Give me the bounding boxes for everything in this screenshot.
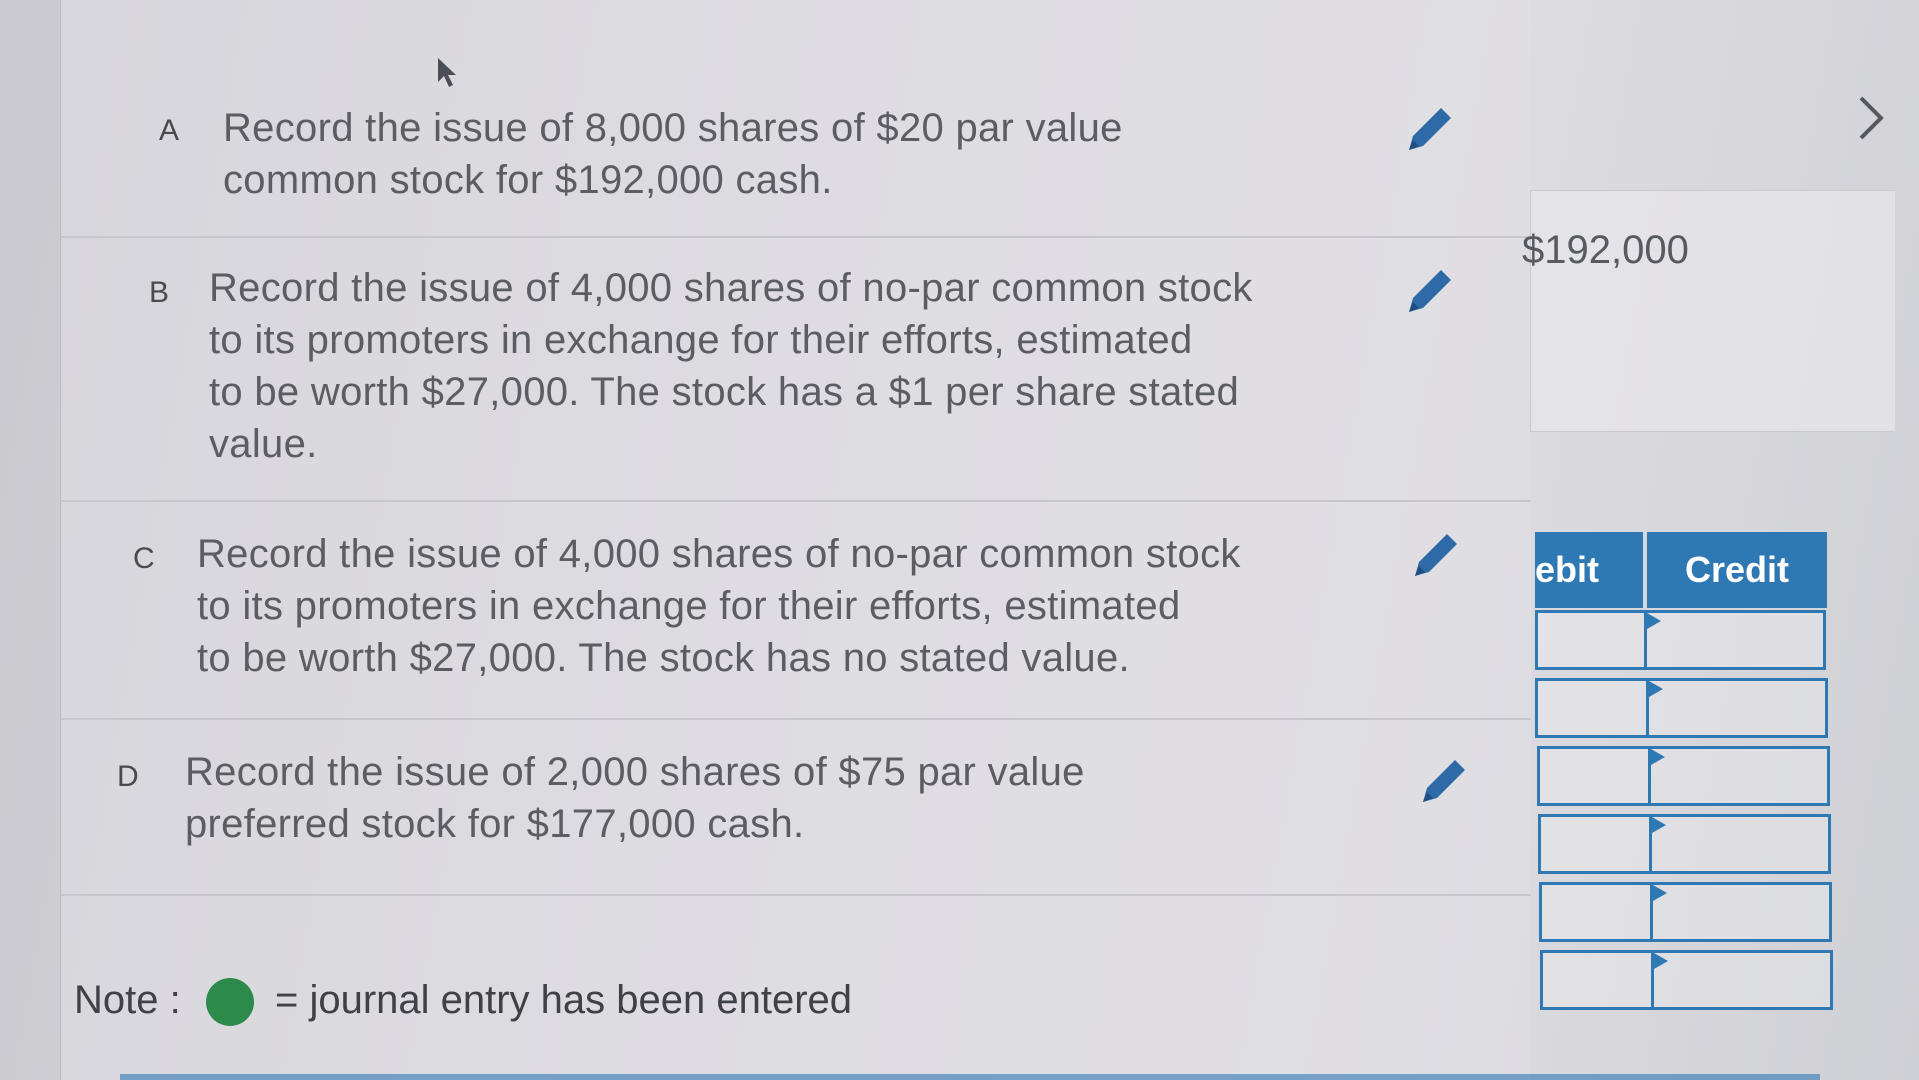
credit-cell[interactable] — [1646, 678, 1828, 738]
pencil-icon[interactable] — [1401, 102, 1457, 158]
row-letter: A — [159, 114, 180, 147]
journal-preview-box — [1530, 190, 1895, 432]
transaction-row-d[interactable]: D Record the issue of 2,000 shares of $7… — [61, 718, 1531, 896]
debit-cell[interactable] — [1535, 678, 1649, 738]
legend-note: Note : = journal entry has been entered — [74, 978, 853, 1027]
note-label: Note : — [74, 978, 181, 1022]
mouse-cursor-icon — [436, 56, 462, 90]
credit-cell[interactable] — [1648, 746, 1830, 806]
pencil-icon[interactable] — [1401, 264, 1457, 320]
pencil-icon[interactable] — [1415, 754, 1471, 810]
credit-cell[interactable] — [1649, 814, 1831, 874]
bottom-accent-bar — [120, 1074, 1820, 1080]
credit-column-header: Credit — [1647, 532, 1827, 608]
row-description: Record the issue of 2,000 shares of $75 … — [185, 750, 1085, 846]
transaction-row-b[interactable]: B Record the issue of 4,000 shares of no… — [61, 236, 1531, 502]
row-description: Record the issue of 4,000 shares of no-p… — [209, 266, 1253, 466]
row-letter: B — [149, 276, 170, 309]
credit-cell[interactable] — [1644, 610, 1826, 670]
debit-column-header: ebit — [1535, 532, 1643, 608]
debit-cell[interactable] — [1537, 746, 1651, 806]
chevron-right-icon[interactable] — [1851, 92, 1891, 144]
row-description: Record the issue of 8,000 shares of $20 … — [223, 106, 1123, 202]
row-letter: C — [133, 542, 155, 575]
debit-cell[interactable] — [1535, 610, 1647, 670]
debit-cell[interactable] — [1538, 814, 1652, 874]
transaction-list-panel: A Record the issue of 8,000 shares of $2… — [60, 0, 1531, 1080]
pencil-icon[interactable] — [1407, 528, 1463, 584]
note-text: = journal entry has been entered — [274, 978, 853, 1022]
row-letter: D — [117, 760, 139, 793]
row-description: Record the issue of 4,000 shares of no-p… — [197, 532, 1241, 680]
credit-cell[interactable] — [1650, 882, 1832, 942]
transaction-row-c[interactable]: C Record the issue of 4,000 shares of no… — [61, 500, 1531, 720]
debit-cell[interactable] — [1540, 950, 1654, 1010]
green-dot-icon — [205, 978, 254, 1027]
debit-cell[interactable] — [1539, 882, 1653, 942]
amount-value: $192,000 — [1522, 228, 1689, 272]
credit-cell[interactable] — [1651, 950, 1833, 1010]
transaction-row-a[interactable]: A Record the issue of 8,000 shares of $2… — [61, 0, 1531, 238]
